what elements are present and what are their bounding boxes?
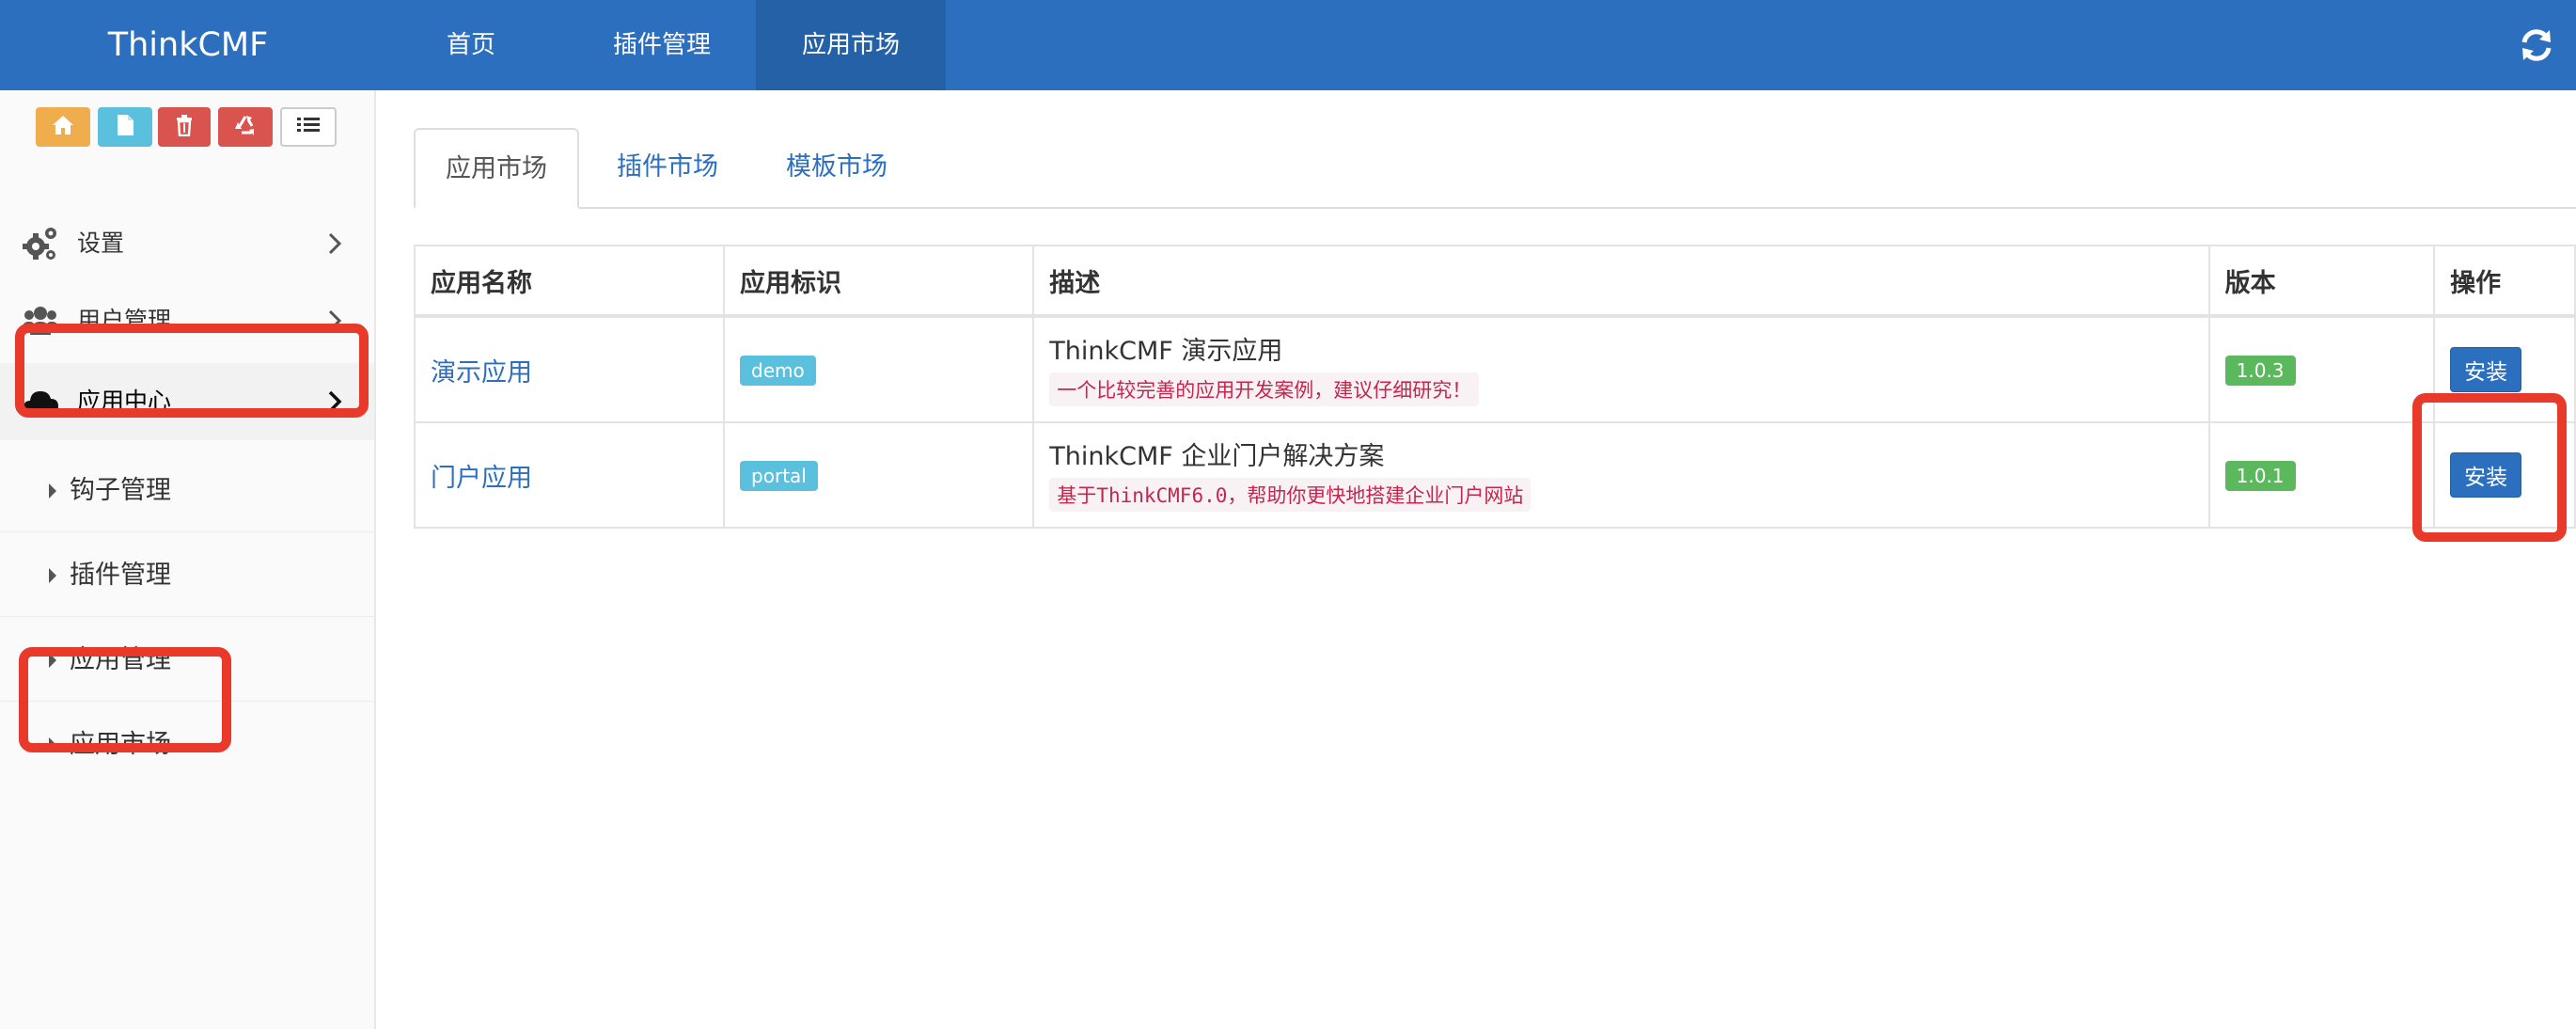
- trash-icon: [175, 114, 194, 140]
- home-icon: [52, 115, 74, 139]
- app-id-badge: demo: [740, 355, 816, 386]
- sidebar-item-label: 设置: [77, 230, 125, 257]
- shortcut-recycle-button[interactable]: [218, 107, 273, 147]
- sidebar-item-settings[interactable]: 设置: [0, 205, 374, 282]
- sidebar-subitem-hooks[interactable]: 钩子管理: [0, 450, 374, 532]
- app-description-title: ThinkCMF 企业门户解决方案: [1049, 442, 1385, 471]
- tab-plugin-market[interactable]: 插件市场: [583, 128, 752, 207]
- app-description-note: 基于ThinkCMF6.0，帮助你更快地搭建企业门户网站: [1049, 478, 1531, 512]
- list-icon: [296, 116, 321, 138]
- shortcut-home-button[interactable]: [36, 107, 90, 147]
- app-description-title: ThinkCMF 演示应用: [1049, 337, 1283, 366]
- app-id-badge: portal: [740, 460, 818, 491]
- caret-right-icon: [49, 568, 56, 583]
- app-name-link[interactable]: 演示应用: [431, 358, 532, 388]
- col-header-version: 版本: [2207, 245, 2436, 318]
- nav-home[interactable]: 首页: [414, 0, 528, 90]
- nav-plugin-management[interactable]: 插件管理: [583, 0, 741, 90]
- version-badge: 1.0.1: [2224, 460, 2296, 491]
- refresh-icon[interactable]: [2516, 24, 2557, 66]
- table-header-row: 应用名称 应用标识 描述 版本 操作: [413, 245, 2576, 318]
- tab-app-market[interactable]: 应用市场: [414, 128, 579, 209]
- sidebar-subitem-label: 钩子管理: [70, 476, 171, 505]
- app-description-note: 一个比较完善的应用开发案例，建议仔细研究！: [1049, 372, 1480, 406]
- nav-app-market[interactable]: 应用市场: [756, 0, 946, 90]
- install-button[interactable]: 安装: [2450, 347, 2522, 392]
- file-icon: [116, 114, 134, 140]
- app-table: 应用名称 应用标识 描述 版本 操作 演示应用 demo ThinkCMF 演示…: [413, 245, 2576, 529]
- col-header-name: 应用名称: [413, 245, 726, 318]
- caret-right-icon: [49, 483, 56, 499]
- table-row: 演示应用 demo ThinkCMF 演示应用 一个比较完善的应用开发案例，建议…: [413, 315, 2576, 423]
- chevron-right-icon: [323, 231, 346, 256]
- col-header-description: 描述: [1032, 245, 2210, 318]
- gears-icon: [21, 224, 60, 263]
- highlight-box-app-market: [19, 647, 231, 752]
- sidebar-subitem-label: 插件管理: [70, 561, 171, 590]
- recycle-icon: [233, 114, 258, 140]
- version-badge: 1.0.3: [2224, 355, 2296, 386]
- app-name-link[interactable]: 门户应用: [431, 464, 532, 493]
- shortcut-file-button[interactable]: [98, 107, 152, 147]
- col-header-action: 操作: [2433, 245, 2576, 318]
- table-row: 门户应用 portal ThinkCMF 企业门户解决方案 基于ThinkCMF…: [413, 421, 2576, 529]
- brand-logo[interactable]: ThinkCMF: [0, 0, 376, 90]
- highlight-box-install: [2412, 393, 2567, 542]
- shortcut-trash-button[interactable]: [158, 107, 211, 147]
- market-tabs: 应用市场 插件市场 模板市场: [414, 128, 2576, 209]
- sidebar-subitem-plugins[interactable]: 插件管理: [0, 534, 374, 617]
- tab-template-market[interactable]: 模板市场: [752, 128, 921, 207]
- highlight-box-app-center: [15, 324, 369, 418]
- top-navbar: ThinkCMF 首页 插件管理 应用市场: [0, 0, 2576, 90]
- col-header-id: 应用标识: [723, 245, 1035, 318]
- shortcut-list-button[interactable]: [280, 107, 337, 147]
- sidebar: 设置 用户管理 应用中心 钩子管理 插件管理 应用管理 应用市场: [0, 90, 376, 1029]
